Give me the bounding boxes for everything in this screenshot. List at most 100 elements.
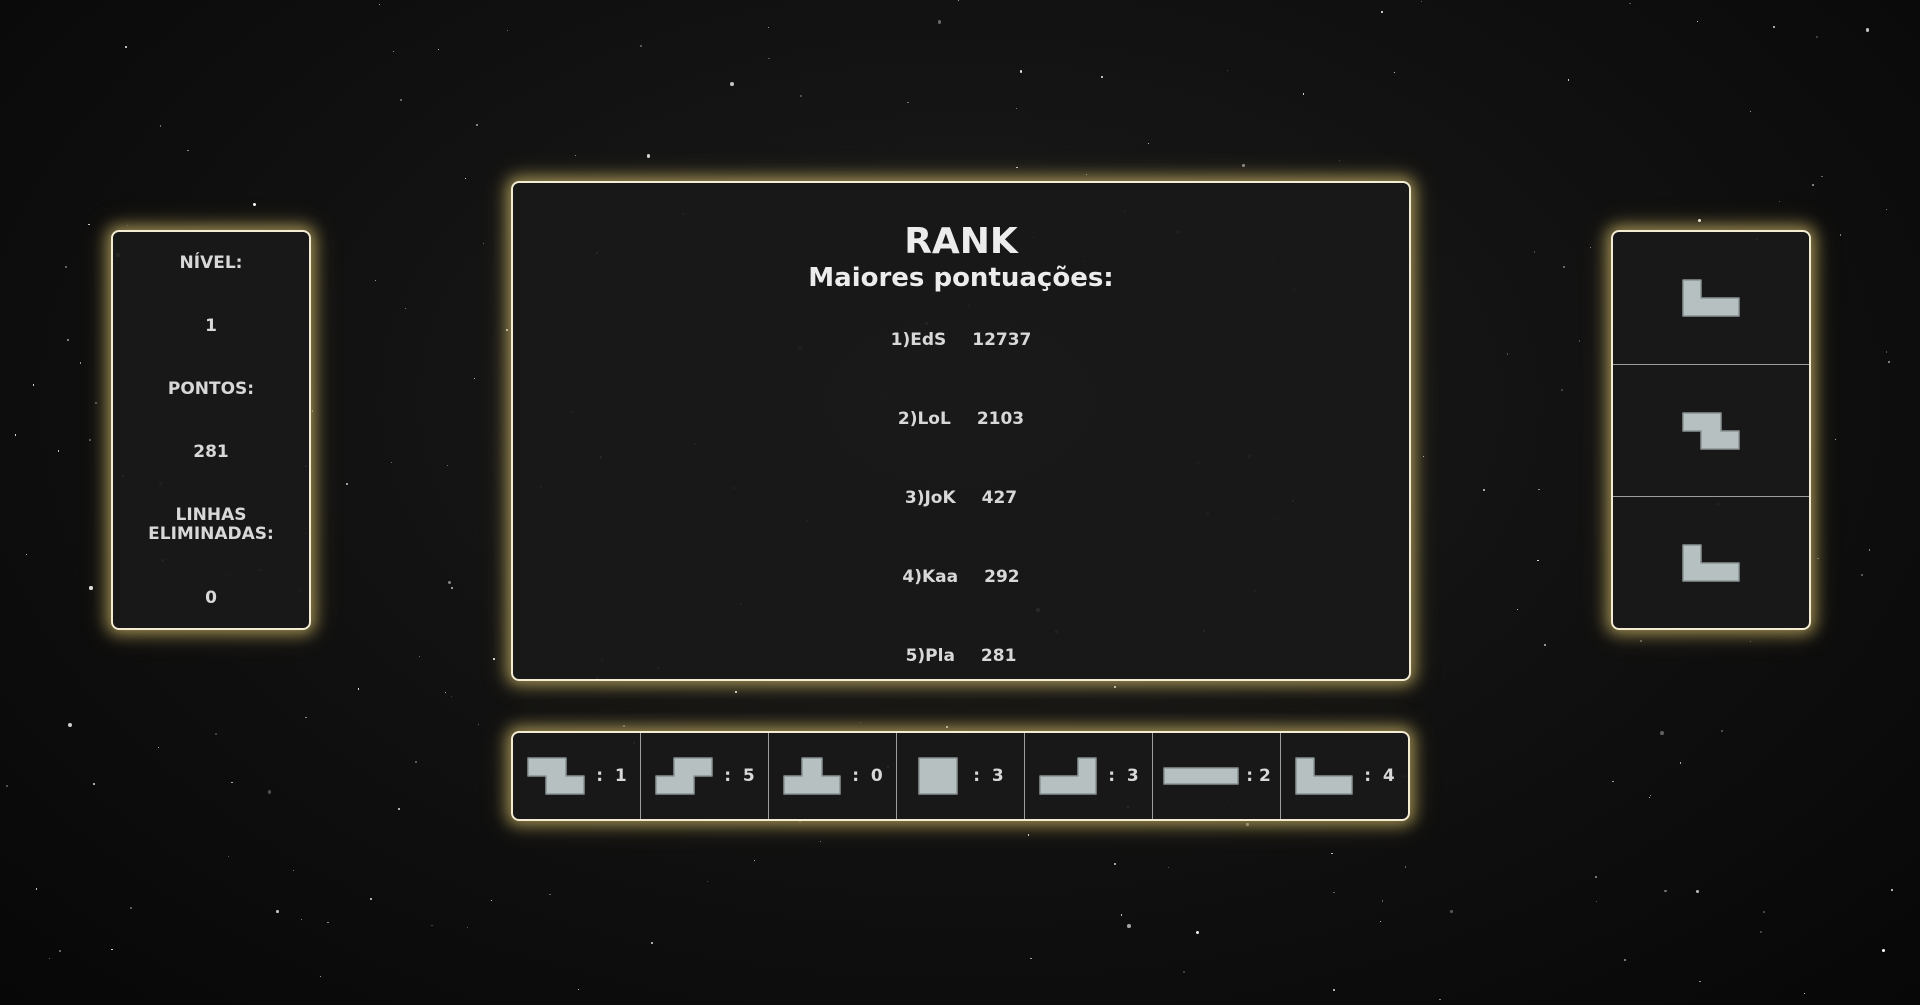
star [1195,931,1199,935]
star [1421,0,1423,2]
star [946,726,948,729]
star [1030,957,1032,960]
star [473,377,475,379]
star [767,26,770,29]
star [1640,639,1643,642]
star [1016,167,1018,169]
star [1242,164,1246,168]
star [33,384,35,386]
star [80,362,82,364]
star [1333,989,1335,992]
star [1595,900,1598,903]
star [36,888,38,890]
star [1381,11,1383,14]
star [1812,184,1815,187]
level-value: 1 [205,316,217,336]
star [1019,70,1023,74]
star [357,688,360,690]
star [1015,108,1017,110]
rank-entry: 3)JoK 427 [513,488,1409,508]
star [111,948,113,951]
star [445,692,447,694]
star [125,45,127,48]
star [734,691,737,694]
rank-score: 12737 [972,330,1032,350]
count-separator: : [852,766,860,786]
star [1760,931,1762,933]
S-piece-icon [655,757,713,795]
count-separator: : [724,766,732,786]
rank-entry: 5)Pla 281 [513,646,1409,666]
piece-count-value: 4 [1382,766,1395,786]
star [447,465,449,467]
star [1749,640,1751,642]
star [466,927,468,929]
star [1544,643,1547,646]
star [1697,21,1699,23]
star [1763,911,1766,914]
star [89,438,92,441]
star [400,98,402,101]
piece-count-value: 1 [614,766,627,786]
piece-count-t: : 0 [768,733,896,819]
star [415,761,418,764]
star [1834,438,1837,440]
star [577,988,580,990]
star [1679,762,1681,764]
star [1381,900,1384,902]
star [1537,560,1539,562]
star [1379,920,1381,922]
star [1393,72,1396,74]
star [252,202,256,206]
star [1749,110,1751,112]
count-separator: : [1108,766,1116,786]
star [57,450,60,453]
rank-player-name: 3)JoK [904,488,956,508]
star [506,329,508,331]
star [482,242,485,245]
rank-player-name: 5)Pla [905,646,955,666]
star [1595,876,1597,879]
star [374,279,377,281]
rank-subtitle: Maiores pontuações: [808,263,1114,293]
lines-cleared-value: 0 [205,588,217,608]
star [937,19,942,24]
star [1699,980,1701,983]
next-piece-slot [1613,232,1809,364]
T-piece-icon [783,757,841,795]
star [507,29,509,31]
star [1817,557,1820,560]
piece-count-z: : 1 [513,733,640,819]
rank-entry: 4)Kaa 292 [513,567,1409,587]
star [68,723,73,728]
star [1650,795,1652,797]
star [1840,234,1842,236]
lines-cleared-label: LINHAS ELIMINADAS: [148,505,274,544]
rank-entry: 1)EdS 12737 [513,330,1409,350]
rank-entry: 2)LoL 2103 [513,409,1409,429]
Z-piece-icon [1682,412,1740,450]
star [126,225,128,227]
next-piece-slot [1613,364,1809,497]
star [65,266,67,268]
star [799,94,803,98]
count-separator: : [973,766,981,786]
star [490,899,493,902]
star [378,4,380,6]
star [301,919,303,921]
star [1538,488,1540,490]
star [1888,360,1891,363]
points-value: 281 [193,442,229,462]
star [447,581,451,585]
piece-statistics-bar: : 1 : 5 : 0 : 3 : 3 : 2 : 4 [511,731,1410,821]
star [1167,866,1169,868]
star [1516,608,1519,611]
star [93,783,95,785]
rank-player-name: 1)EdS [890,330,947,350]
star [1772,25,1775,28]
star [1698,219,1702,223]
star [1120,914,1123,916]
points-label: PONTOS: [167,379,255,399]
I-piece-icon [1163,767,1239,785]
piece-count-value: 3 [1126,766,1139,786]
